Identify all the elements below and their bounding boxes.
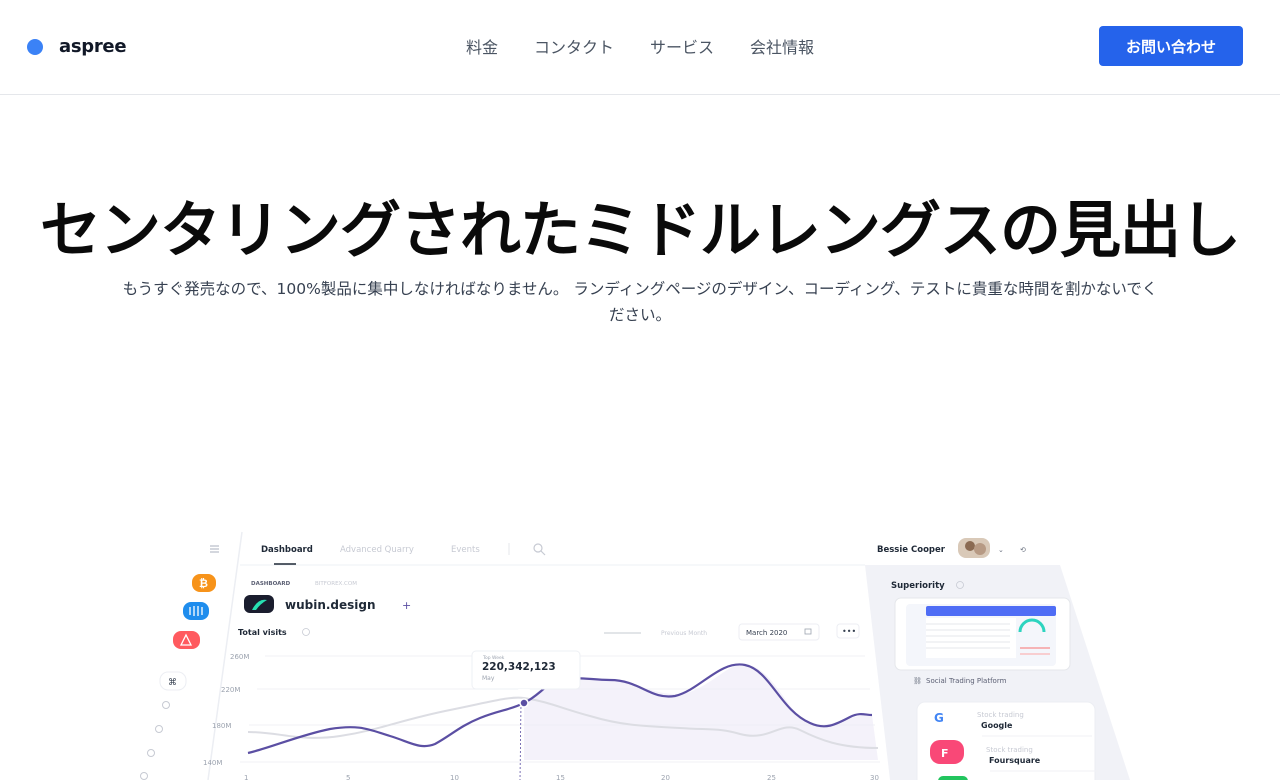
hero-subtitle: もうすぐ発売なので、100%製品に集中しなければなりません。 ランディングページ… [122,280,1158,324]
menu-icon[interactable] [210,545,219,553]
more-options-button[interactable]: ••• [836,623,860,639]
chart-tooltip: Top Week 220,342,123 May [471,650,581,695]
logo-dot-icon [27,38,43,55]
svg-text:⌘: ⌘ [168,678,177,688]
legend-previous-month: Previous Month [661,630,707,637]
chevron-down-icon[interactable]: ⌄ [998,546,1004,554]
panel-title: Superiority [891,581,945,591]
x-tick-25: 25 [767,774,776,780]
tooltip-value: 220,342,123 [482,661,556,673]
panel-link[interactable]: Social Trading Platform [926,677,1007,685]
settings-icon[interactable]: ⟲ [1020,546,1026,554]
y-tick-220: 220M [221,686,240,694]
breadcrumb-current[interactable]: BITFOREX.COM [315,581,357,587]
svg-text:Stock trading: Stock trading [977,711,1024,719]
svg-text:Foursquare: Foursquare [989,756,1041,765]
hero-title: センタリングされたミドルレングスの見出し [39,195,1241,266]
date-select[interactable]: March 2020 [738,623,820,641]
link-icon: ⛓ [913,677,922,685]
svg-text:Stock trading: Stock trading [986,746,1033,754]
brand-name: aspree [59,36,127,57]
chart-title: Total visits [238,628,287,637]
svg-text:•••: ••• [842,627,856,636]
contact-button[interactable]: お問い合わせ [1099,26,1243,66]
project-logo-icon [244,595,274,613]
intercom-icon[interactable] [183,602,209,620]
stock-item-third-icon [938,776,968,780]
x-tick-1: 1 [244,774,248,780]
chart-point-marker[interactable] [519,698,529,708]
platform-preview-card[interactable] [894,597,1071,671]
breadcrumb-root[interactable]: DASHBOARD [251,581,291,587]
google-icon: G [934,711,944,725]
site-header: aspree 料金 コンタクト サービス 会社情報 お問い合わせ [0,0,1280,95]
svg-text:₿: ₿ [199,577,208,590]
add-project-button[interactable]: + [396,596,418,614]
main-nav: 料金 コンタクト サービス 会社情報 [466,34,814,58]
tooltip-month: May [482,675,495,682]
tab-dashboard[interactable]: Dashboard [261,545,313,555]
y-tick-180: 180M [212,722,231,730]
y-tick-140: 140M [203,759,222,767]
airbnb-icon[interactable] [173,631,200,649]
nav-item-services[interactable]: サービス [650,34,714,58]
x-tick-30: 30 [870,774,879,780]
svg-text:March 2020: March 2020 [746,629,787,637]
nav-item-company[interactable]: 会社情報 [750,34,814,58]
user-name: Bessie Cooper [877,545,946,555]
x-tick-20: 20 [661,774,670,780]
tab-advanced-quarry[interactable]: Advanced Quarry [340,545,414,555]
svg-text:Google: Google [981,721,1013,730]
nav-item-pricing[interactable]: 料金 [466,34,498,58]
avatar[interactable] [958,538,990,558]
command-icon[interactable]: ⌘ [159,671,187,691]
nav-item-contact[interactable]: コンタクト [534,34,614,58]
x-tick-10: 10 [450,774,459,780]
tab-events[interactable]: Events [451,545,480,555]
bitcoin-icon[interactable]: ₿ [192,574,216,592]
x-tick-5: 5 [346,774,350,780]
dashboard-mockup: Dashboard Advanced Quarry Events Bessie … [120,520,1160,780]
y-tick-260: 260M [230,653,249,661]
svg-text:+: + [402,599,411,612]
brand-logo[interactable]: aspree [27,36,127,57]
x-tick-15: 15 [556,774,565,780]
svg-text:F: F [941,747,949,760]
dashboard-illustration: Dashboard Advanced Quarry Events Bessie … [120,531,1160,780]
project-name: wubin.design [285,598,376,612]
